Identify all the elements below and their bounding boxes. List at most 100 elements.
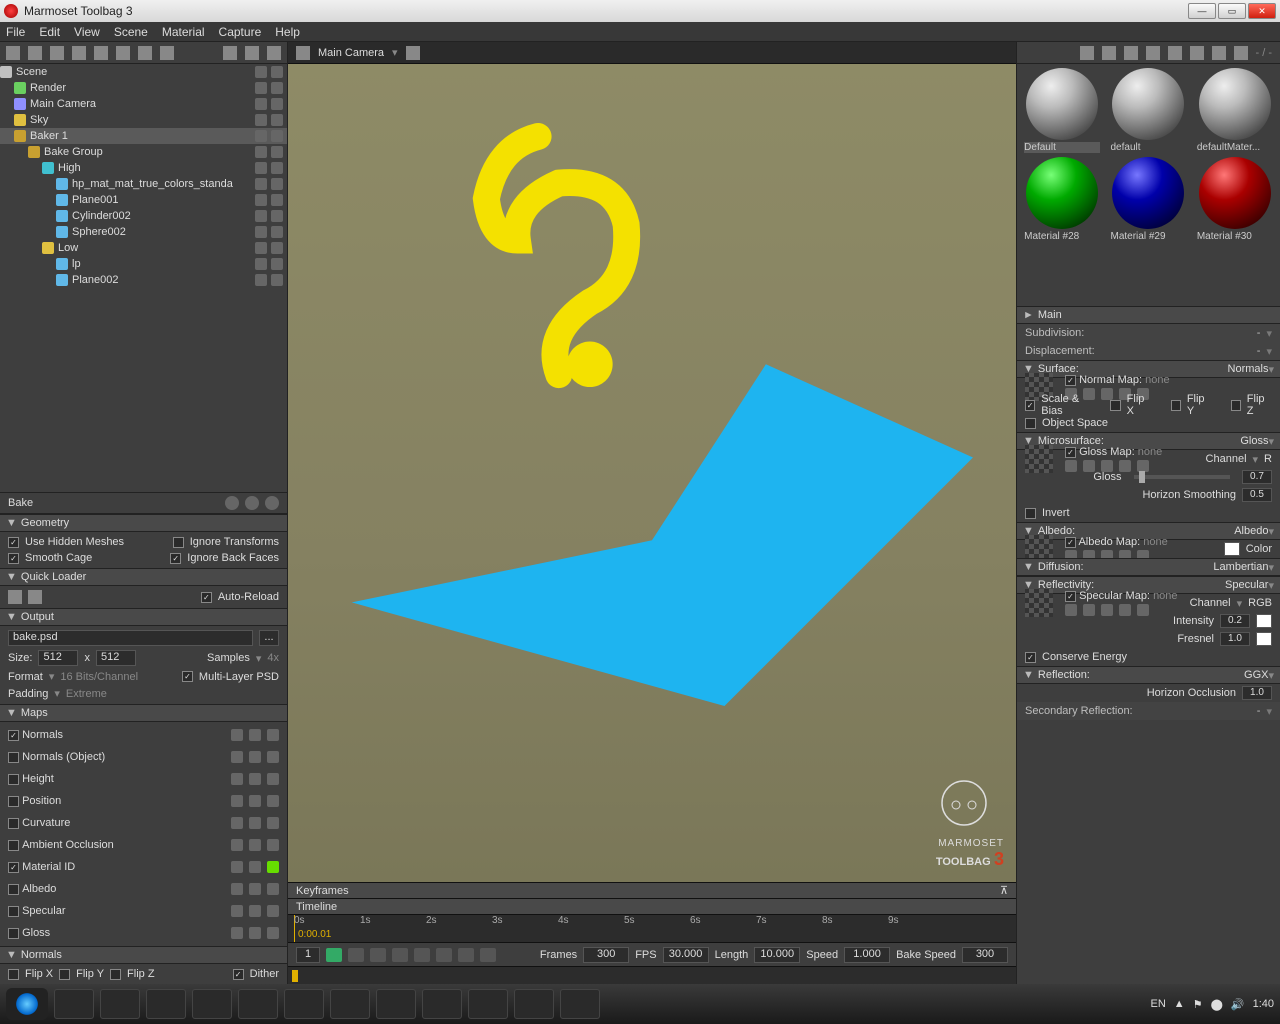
menu-file[interactable]: File xyxy=(6,25,25,39)
visibility-icon[interactable] xyxy=(271,130,283,142)
play-button[interactable] xyxy=(414,948,430,962)
dot-icon[interactable] xyxy=(267,861,279,873)
material-ball[interactable] xyxy=(1199,157,1271,229)
menu-capture[interactable]: Capture xyxy=(219,25,262,39)
lock-icon[interactable] xyxy=(255,258,267,270)
material-cell[interactable]: Material #29 xyxy=(1107,157,1189,242)
auto-reload-checkbox[interactable]: ✓ xyxy=(201,592,212,603)
tree-row[interactable]: Plane001 xyxy=(0,192,287,208)
displacement-row[interactable]: Displacement:-▾ xyxy=(1017,342,1280,360)
navigate-material-icon[interactable] xyxy=(1234,46,1248,60)
add-baker-icon[interactable] xyxy=(160,46,174,60)
add-sky-icon[interactable] xyxy=(72,46,86,60)
bake-refresh-icon[interactable] xyxy=(225,496,239,510)
edit-icon[interactable] xyxy=(231,927,243,939)
maps-header[interactable]: ▼Maps xyxy=(0,704,287,722)
samples-value[interactable]: 4x xyxy=(267,652,279,664)
ho-value[interactable]: 1.0 xyxy=(1242,686,1272,700)
dot-icon[interactable] xyxy=(267,729,279,741)
material-cell[interactable]: Material #28 xyxy=(1021,157,1103,242)
output-width-input[interactable]: 512 xyxy=(38,650,78,666)
map-checkbox[interactable] xyxy=(8,818,19,829)
diffusion-header[interactable]: ▼Diffusion:Lambertian▾ xyxy=(1017,558,1280,576)
scene-tree[interactable]: SceneRenderMain CameraSkyBaker 1Bake Gro… xyxy=(0,64,287,288)
bake-globe-icon[interactable] xyxy=(245,496,259,510)
map-checkbox[interactable]: ✓ xyxy=(8,730,19,741)
lock-icon[interactable] xyxy=(255,274,267,286)
quickloader-reload-icon[interactable] xyxy=(28,590,42,604)
taskbar-app[interactable] xyxy=(468,989,508,1019)
ignore-transforms-checkbox[interactable] xyxy=(173,537,184,548)
skip-start-button[interactable] xyxy=(348,948,364,962)
edit-icon[interactable] xyxy=(231,773,243,785)
lang-indicator[interactable]: EN xyxy=(1151,998,1166,1010)
material-ball[interactable] xyxy=(1112,157,1184,229)
gloss-slider[interactable] xyxy=(1134,475,1231,479)
tree-row[interactable]: Cylinder002 xyxy=(0,208,287,224)
micro-mode[interactable]: Gloss xyxy=(1240,435,1268,447)
visibility-icon[interactable] xyxy=(271,226,283,238)
folder-icon[interactable] xyxy=(223,46,237,60)
taskbar-app[interactable] xyxy=(514,989,554,1019)
visibility-icon[interactable] xyxy=(271,162,283,174)
map-checkbox[interactable] xyxy=(8,796,19,807)
add-turntable-icon[interactable] xyxy=(138,46,152,60)
step-back-button[interactable] xyxy=(392,948,408,962)
lock-icon[interactable] xyxy=(255,178,267,190)
add-light-icon[interactable] xyxy=(28,46,42,60)
frames-input[interactable]: 300 xyxy=(583,947,629,963)
dot-icon[interactable] xyxy=(267,883,279,895)
tree-row[interactable]: Render xyxy=(0,80,287,96)
tree-row[interactable]: Bake Group xyxy=(0,144,287,160)
visibility-icon[interactable] xyxy=(271,178,283,190)
current-frame-input[interactable]: 1 xyxy=(296,947,320,963)
lock-icon[interactable] xyxy=(255,82,267,94)
speed-input[interactable]: 1.000 xyxy=(844,947,890,963)
subdivision-row[interactable]: Subdivision:-▾ xyxy=(1017,324,1280,342)
close-button[interactable]: ✕ xyxy=(1248,3,1276,19)
tree-row[interactable]: hp_mat_mat_true_colors_standa xyxy=(0,176,287,192)
visibility-icon[interactable] xyxy=(271,114,283,126)
scalebias-checkbox[interactable]: ✓ xyxy=(1025,400,1035,411)
invert-checkbox[interactable] xyxy=(1025,508,1036,519)
duplicate-icon[interactable] xyxy=(245,46,259,60)
dither-checkbox[interactable]: ✓ xyxy=(233,969,244,980)
step-fwd-button[interactable] xyxy=(436,948,452,962)
next-key-button[interactable] xyxy=(458,948,474,962)
taskbar-app[interactable] xyxy=(560,989,600,1019)
taskbar-app[interactable] xyxy=(146,989,186,1019)
visibility-icon[interactable] xyxy=(271,146,283,158)
menu-material[interactable]: Material xyxy=(162,25,205,39)
record-button[interactable] xyxy=(326,948,342,962)
smooth-cage-checkbox[interactable]: ✓ xyxy=(8,553,19,564)
material-cell[interactable]: Default xyxy=(1021,68,1103,153)
dot-icon[interactable] xyxy=(267,773,279,785)
camera-icon[interactable] xyxy=(296,46,310,60)
preview-icon[interactable] xyxy=(249,905,261,917)
add-fog-icon[interactable] xyxy=(116,46,130,60)
map-checkbox[interactable] xyxy=(8,840,19,851)
edit-icon[interactable] xyxy=(231,729,243,741)
material-ball[interactable] xyxy=(1112,68,1184,140)
geometry-header[interactable]: ▼Geometry xyxy=(0,514,287,532)
albedo-color[interactable] xyxy=(1224,542,1240,556)
main-header[interactable]: ▼Main xyxy=(1017,306,1280,324)
start-button[interactable] xyxy=(6,988,48,1020)
skip-end-button[interactable] xyxy=(480,948,496,962)
lock-icon[interactable] xyxy=(255,146,267,158)
taskbar-app[interactable] xyxy=(376,989,416,1019)
quickloader-header[interactable]: ▼Quick Loader xyxy=(0,568,287,586)
timeline-header[interactable]: Timeline xyxy=(288,898,1016,914)
map-checkbox[interactable] xyxy=(8,928,19,939)
visibility-icon[interactable] xyxy=(271,242,283,254)
map-checkbox[interactable]: ✓ xyxy=(8,862,19,873)
taskbar-app[interactable] xyxy=(422,989,462,1019)
lock-icon[interactable] xyxy=(255,114,267,126)
edit-icon[interactable] xyxy=(231,795,243,807)
prev-key-button[interactable] xyxy=(370,948,386,962)
dot-icon[interactable] xyxy=(267,817,279,829)
material-ball[interactable] xyxy=(1026,157,1098,229)
delete-material-icon[interactable] xyxy=(1168,46,1182,60)
conserve-checkbox[interactable]: ✓ xyxy=(1025,652,1036,663)
objectspace-checkbox[interactable] xyxy=(1025,418,1036,429)
